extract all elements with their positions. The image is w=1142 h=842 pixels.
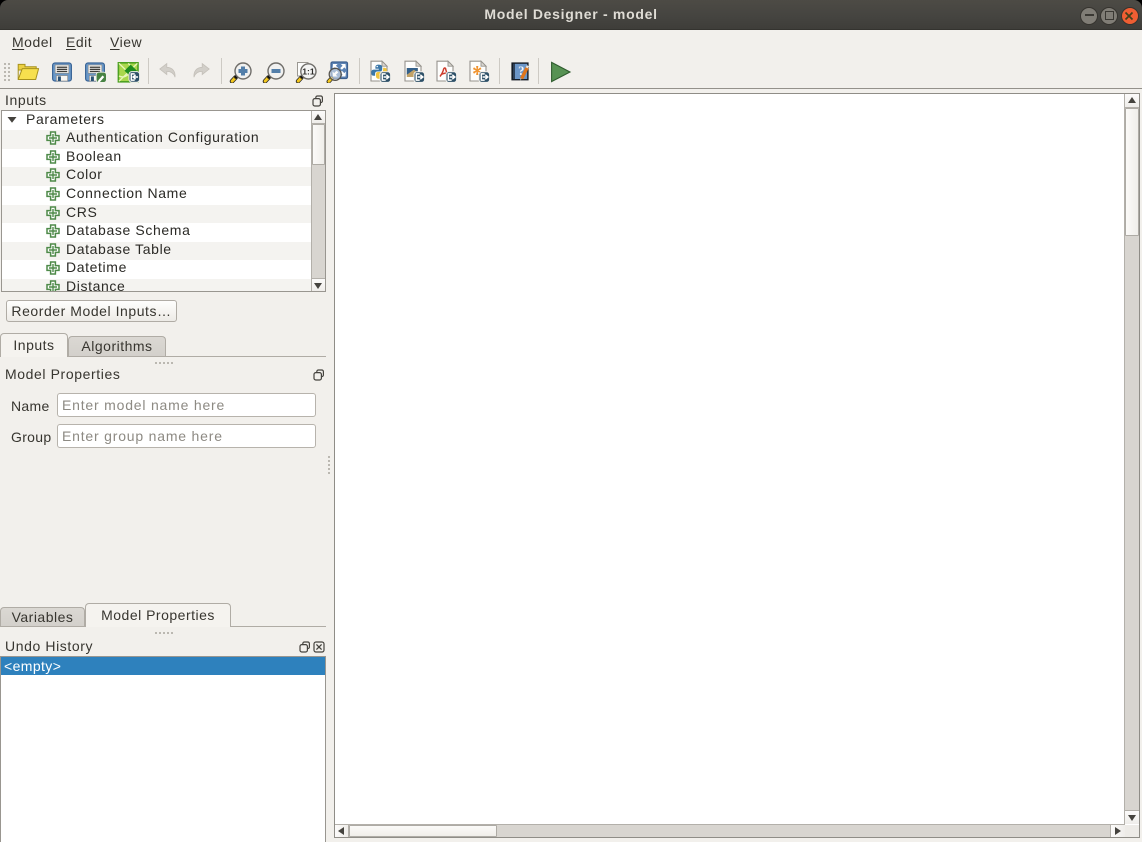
svg-text:1:1: 1:1 [302,67,315,77]
